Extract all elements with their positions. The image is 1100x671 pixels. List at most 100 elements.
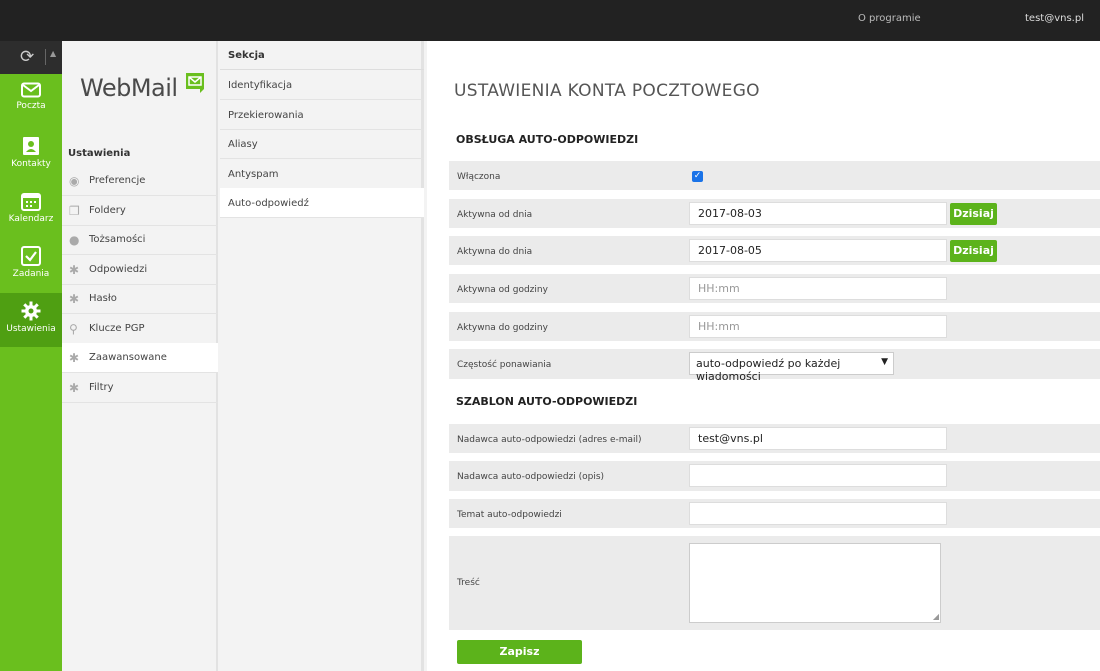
section-list: Sekcja Identyfikacja Przekierowania Alia…	[220, 41, 424, 671]
rail-item-settings[interactable]: Ustawienia	[0, 293, 62, 347]
from-hour-label: Aktywna od godziny	[457, 285, 548, 295]
settings-item-folders[interactable]: ❐ Foldery	[62, 196, 218, 226]
sender-desc-row: Nadawca auto-odpowiedzi (opis)	[449, 461, 1100, 491]
section-item-forwarding[interactable]: Przekierowania	[220, 100, 424, 130]
from-hour-row: Aktywna od godziny HH:mm	[449, 274, 1100, 303]
settings-item-label: Tożsamości	[89, 234, 146, 245]
about-link[interactable]: O programie	[858, 13, 921, 24]
subject-row: Temat auto-odpowiedzi	[449, 499, 1100, 528]
filters-icon: ✱	[69, 381, 80, 395]
tasks-icon	[21, 246, 41, 266]
section-item-identification[interactable]: Identyfikacja	[220, 70, 424, 100]
section-heading-label: Sekcja	[228, 50, 265, 61]
section-heading: Sekcja	[220, 41, 424, 70]
auto-reply-group-title: OBSŁUGA AUTO-ODPOWIEDZI	[456, 133, 639, 146]
subject-input[interactable]	[689, 502, 947, 525]
sender-email-row: Nadawca auto-odpowiedzi (adres e-mail) t…	[449, 424, 1100, 453]
chevron-down-icon: ▼	[881, 357, 888, 367]
rail-item-label: Ustawienia	[6, 324, 56, 334]
enabled-row: Włączona ✓	[449, 161, 1100, 190]
to-date-input[interactable]: 2017-08-05	[689, 239, 947, 262]
settings-item-advanced[interactable]: ✱ Zaawansowane	[62, 343, 218, 373]
settings-item-label: Klucze PGP	[89, 323, 145, 334]
settings-item-label: Preferencje	[89, 175, 146, 186]
sender-email-input[interactable]: test@vns.pl	[689, 427, 947, 450]
section-item-label: Antyspam	[228, 169, 279, 180]
to-hour-label: Aktywna do godziny	[457, 323, 548, 333]
rail-item-label: Zadania	[12, 269, 50, 279]
settings-item-identities[interactable]: ● Tożsamości	[62, 225, 218, 255]
rail-item-calendar[interactable]: Kalendarz	[0, 183, 62, 237]
rail-item-label: Kontakty	[11, 159, 51, 169]
subject-label: Temat auto-odpowiedzi	[457, 510, 562, 520]
settings-heading: Ustawienia	[68, 148, 131, 159]
calendar-icon	[21, 193, 41, 211]
enabled-label: Włączona	[457, 172, 501, 182]
body-label: Treść	[457, 578, 480, 588]
contacts-icon	[23, 137, 39, 155]
main-content: USTAWIENIA KONTA POCZTOWEGO OBSŁUGA AUTO…	[427, 41, 1100, 671]
top-bar: O programie test@vns.pl	[0, 0, 1100, 41]
sender-email-label: Nadawca auto-odpowiedzi (adres e-mail)	[457, 435, 642, 445]
from-date-label: Aktywna od dnia	[457, 210, 533, 220]
password-icon: ✱	[69, 292, 80, 306]
to-date-today-button[interactable]: Dzisiaj	[950, 240, 997, 262]
frequency-select[interactable]: auto-odpowiedź po każdej wiadomości ▼	[689, 352, 894, 383]
settings-item-pgp-keys[interactable]: ⚲ Klucze PGP	[62, 314, 218, 344]
to-hour-input[interactable]: HH:mm	[689, 315, 947, 338]
settings-item-label: Hasło	[89, 293, 117, 304]
section-item-label: Przekierowania	[228, 110, 304, 121]
key-icon: ⚲	[69, 322, 78, 336]
enabled-checkbox[interactable]: ✓	[692, 171, 703, 182]
settings-item-label: Zaawansowane	[89, 352, 167, 363]
sender-desc-label: Nadawca auto-odpowiedzi (opis)	[457, 472, 605, 482]
settings-item-preferences[interactable]: ◉ Preferencje	[62, 166, 218, 196]
settings-item-label: Odpowiedzi	[89, 264, 148, 275]
frequency-row: Częstość ponawiania auto-odpowiedź po ka…	[449, 349, 1100, 383]
resize-grip-icon[interactable]: ◢	[933, 612, 939, 621]
sender-desc-input[interactable]	[689, 464, 947, 487]
settings-item-label: Filtry	[89, 382, 114, 393]
settings-item-password[interactable]: ✱ Hasło	[62, 284, 218, 314]
from-hour-input[interactable]: HH:mm	[689, 277, 947, 300]
collapse-caret-icon[interactable]: ▲	[50, 49, 56, 58]
divider	[45, 49, 46, 65]
section-item-auto-reply[interactable]: Auto-odpowiedź	[220, 188, 424, 218]
from-date-input[interactable]: 2017-08-03	[689, 202, 947, 225]
identities-icon: ●	[69, 233, 80, 247]
settings-item-responses[interactable]: ✱ Odpowiedzi	[62, 255, 218, 285]
body-textarea[interactable]: ◢	[689, 543, 941, 623]
responses-icon: ✱	[69, 263, 80, 277]
section-item-label: Identyfikacja	[228, 80, 293, 91]
settings-icon	[21, 301, 41, 321]
app-rail: Poczta Kontakty Kalendarz Zadania Ustawi…	[0, 74, 62, 671]
folders-icon: ❐	[69, 204, 80, 218]
to-date-row: Aktywna do dnia 2017-08-05 Dzisiaj	[449, 236, 1100, 265]
to-date-label: Aktywna do dnia	[457, 247, 533, 257]
user-account-link[interactable]: test@vns.pl	[1025, 13, 1084, 24]
settings-sidebar: WebMail Ustawienia ◉ Preferencje ❐ Folde…	[62, 41, 218, 671]
frequency-select-value: auto-odpowiedź po każdej wiadomości	[696, 357, 841, 383]
refresh-icon[interactable]: ⟳	[20, 47, 34, 67]
webmail-logo: WebMail	[80, 74, 178, 102]
rail-toolbar: ⟳ ▲	[0, 41, 62, 74]
to-hour-row: Aktywna do godziny HH:mm	[449, 312, 1100, 341]
mail-icon	[21, 82, 41, 98]
page-title: USTAWIENIA KONTA POCZTOWEGO	[454, 81, 760, 101]
template-group-title: SZABLON AUTO-ODPOWIEDZI	[456, 395, 638, 408]
settings-item-filters[interactable]: ✱ Filtry	[62, 373, 218, 403]
rail-item-tasks[interactable]: Zadania	[0, 238, 62, 292]
section-item-aliases[interactable]: Aliasy	[220, 129, 424, 159]
save-button[interactable]: Zapisz	[457, 640, 582, 664]
preferences-icon: ◉	[69, 174, 80, 188]
rail-item-mail[interactable]: Poczta	[0, 74, 62, 128]
from-date-today-button[interactable]: Dzisiaj	[950, 203, 997, 225]
rail-item-label: Kalendarz	[8, 214, 54, 224]
logo-mail-icon	[186, 73, 204, 93]
section-item-antispam[interactable]: Antyspam	[220, 159, 424, 189]
frequency-label: Częstość ponawiania	[457, 360, 552, 370]
settings-item-label: Foldery	[89, 205, 126, 216]
section-item-label: Auto-odpowiedź	[228, 198, 309, 209]
from-date-row: Aktywna od dnia 2017-08-03 Dzisiaj	[449, 199, 1100, 228]
rail-item-contacts[interactable]: Kontakty	[0, 128, 62, 182]
